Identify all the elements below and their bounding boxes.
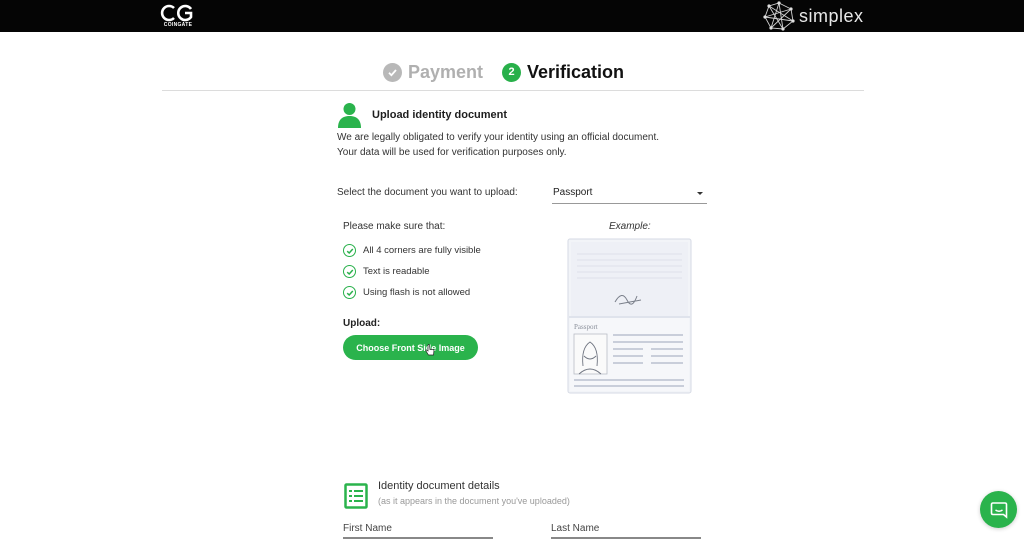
check-circle-icon [343, 244, 356, 257]
hand-cursor-icon [425, 344, 435, 356]
document-list-icon [344, 483, 368, 509]
requirement-item: Text is readable [343, 261, 481, 282]
check-icon [383, 62, 402, 82]
first-name-input[interactable] [343, 537, 493, 539]
identity-details-header: Identity document details (as it appears… [344, 480, 570, 509]
user-icon [338, 103, 361, 128]
requirement-item: All 4 corners are fully visible [343, 240, 481, 261]
intro-line-2: Your data will be used for verification … [337, 147, 567, 158]
requirement-text: Using flash is not allowed [363, 287, 471, 298]
chat-icon [990, 501, 1007, 519]
step-verification: 2 Verification [502, 58, 624, 86]
upload-intro: We are legally obligated to verify your … [337, 130, 659, 160]
requirements-list: All 4 corners are fully visible Text is … [343, 240, 481, 303]
last-name-label: Last Name [551, 523, 600, 534]
passport-example-image: Passport [567, 238, 692, 394]
simplex-network-icon [763, 1, 795, 31]
upload-label: Upload: [343, 318, 381, 329]
simplex-logo[interactable]: simplex [763, 0, 864, 32]
coingate-logo-mark [160, 4, 193, 22]
requirement-text: Text is readable [363, 266, 430, 277]
caret-down-icon [697, 192, 703, 195]
step-number-badge: 2 [502, 62, 521, 82]
step-payment-label: Payment [408, 62, 484, 82]
coingate-logo[interactable]: COINGATE [160, 4, 196, 30]
identity-details-subtitle: (as it appears in the document you've up… [378, 496, 570, 506]
top-bar: COINGATE simplex [0, 0, 1024, 32]
document-type-select[interactable]: Passport [552, 183, 707, 204]
progress-steps: Payment 2 Verification [0, 58, 1024, 86]
upload-title: Upload identity document [372, 109, 508, 121]
check-circle-icon [343, 265, 356, 278]
steps-divider [162, 90, 864, 91]
chat-button[interactable] [980, 491, 1017, 528]
choose-front-image-button[interactable]: Choose Front Side Image [343, 335, 478, 360]
coingate-wordmark: COINGATE [163, 22, 193, 28]
requirements-label: Please make sure that: [343, 221, 446, 232]
document-select-label: Select the document you want to upload: [337, 187, 518, 198]
step-payment: Payment [383, 58, 483, 86]
first-name-label: First Name [343, 523, 392, 534]
last-name-input[interactable] [551, 537, 701, 539]
intro-line-1: We are legally obligated to verify your … [337, 132, 660, 143]
simplex-wordmark: simplex [799, 5, 864, 26]
identity-details-title: Identity document details [378, 480, 500, 492]
step-verification-label: Verification [527, 62, 625, 82]
check-circle-icon [343, 286, 356, 299]
example-label: Example: [609, 221, 651, 232]
requirement-text: All 4 corners are fully visible [363, 245, 481, 256]
requirement-item: Using flash is not allowed [343, 282, 481, 303]
passport-word: Passport [574, 323, 598, 331]
upload-section-header: Upload identity document [337, 102, 507, 128]
document-type-value: Passport [553, 187, 593, 198]
